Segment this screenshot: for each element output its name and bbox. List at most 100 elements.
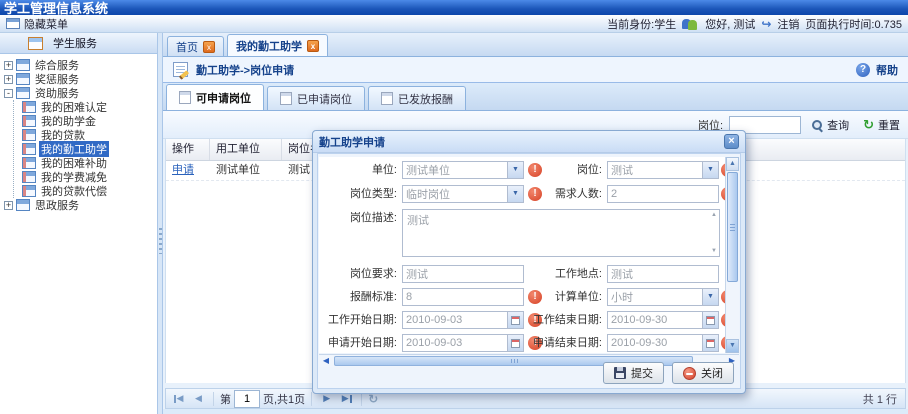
pay-unit-label: 计算单位: [515,288,602,306]
sidebar-item-daikuan[interactable]: 我的贷款 [14,128,157,142]
dialog-footer: 提交 关闭 [318,361,734,385]
vertical-scrollbar[interactable]: ▲ ▼ [725,157,739,353]
help-icon: ? [856,63,870,77]
sidebar-item-xuefeijianmian[interactable]: 我的学费减免 [14,170,157,184]
logout-icon: ↪ [761,17,771,31]
tab-home[interactable]: 首页 x [167,36,224,56]
description-textarea[interactable]: 测试 ▲ ▼ [402,209,720,257]
post-type-select[interactable]: 临时岗位 ▼ [402,185,524,203]
scrollbar-thumb[interactable] [727,172,738,282]
sidebar-item-kunnanbuzhu[interactable]: 我的困难补助 [14,156,157,170]
location-label: 工作地点: [515,265,602,283]
logout-button[interactable]: 注销 [777,16,799,32]
unit-select[interactable]: 测试单位 ▼ [402,161,524,179]
pay-rate-input[interactable]: 8 [402,288,524,306]
status-bar: 隐藏菜单 当前身份:学生 您好, 测试 ↪ 注销 页面执行时间:0.735 [0,15,908,33]
scroll-down-icon[interactable]: ▼ [726,339,739,353]
bottom-strip [163,409,908,414]
headcount-input[interactable]: 2 [607,185,719,203]
unit-label: 单位: [319,161,397,179]
expand-icon[interactable]: + [4,201,13,210]
dialog-title: 勤工助学申请 [319,134,385,150]
apply-end-date-input[interactable]: 2010-09-30 [607,334,719,352]
page-number-input[interactable] [234,390,260,408]
sidebar-item-qingongzhuxue[interactable]: 我的勤工助学 [14,142,157,156]
reset-icon: ↻ [863,119,874,131]
collapse-icon[interactable]: - [4,89,13,98]
leaf-icon [22,101,36,113]
scroll-down-icon[interactable]: ▼ [711,248,717,254]
headcount-label: 需求人数: [515,185,602,203]
calendar-icon[interactable] [702,335,718,351]
tab-paid-rewards[interactable]: 已发放报酬 [368,86,466,110]
tab-close-icon[interactable]: x [307,40,319,52]
folder-icon [16,199,30,211]
apply-start-label: 申请开始日期: [319,334,397,352]
submit-button[interactable]: 提交 [603,362,664,384]
page-icon [280,92,292,105]
page-prefix-label: 第 [220,391,231,407]
sidebar-item-zonghefuwu[interactable]: + 综合服务 [4,58,157,72]
column-header-action[interactable]: 操作 [166,139,210,160]
scroll-up-icon[interactable]: ▲ [711,212,717,218]
tab-applied-posts[interactable]: 已申请岗位 [267,86,365,110]
post-type-label: 岗位类型: [319,185,397,203]
tab-my-work-study[interactable]: 我的勤工助学 x [227,34,328,56]
sidebar-item-sizhengfuwu[interactable]: + 思政服务 [4,198,157,212]
stop-icon [683,367,696,380]
app-title: 学工管理信息系统 [0,0,908,15]
services-icon [28,37,43,50]
prev-page-button[interactable]: ◀ [190,391,207,407]
sidebar-item-kunnanrending[interactable]: 我的困难认定 [14,100,157,114]
folder-open-icon [16,87,30,99]
calendar-icon[interactable] [702,312,718,328]
search-button[interactable]: 查询 [807,114,853,136]
apply-start-date-input[interactable]: 2010-09-03 [402,334,524,352]
leaf-icon [22,185,36,197]
leaf-icon [22,143,36,155]
expand-icon[interactable]: + [4,61,13,70]
work-start-label: 工作开始日期: [319,311,397,329]
dropdown-icon[interactable]: ▼ [702,289,718,305]
location-input[interactable]: 测试 [607,265,719,283]
help-button[interactable]: ? 帮助 [856,62,898,78]
tab-available-posts[interactable]: 可申请岗位 [166,84,264,110]
main-tab-bar: 首页 x 我的勤工助学 x [163,33,908,57]
post-label: 岗位: [515,161,602,179]
work-start-date-input[interactable]: 2010-09-03 [402,311,524,329]
app-window: 学工管理信息系统 隐藏菜单 当前身份:学生 您好, 测试 ↪ 注销 页面执行时间… [0,0,908,414]
sidebar-item-daikuandaichang[interactable]: 我的贷款代偿 [14,184,157,198]
users-icon [682,18,699,30]
leaf-icon [22,129,36,141]
breadcrumb-row: 勤工助学->岗位申请 ? 帮助 [163,57,908,83]
page-icon [381,92,393,105]
reset-button[interactable]: ↻ 重置 [859,114,904,136]
breadcrumb: 勤工助学->岗位申请 [196,62,294,78]
scroll-up-icon[interactable]: ▲ [726,157,739,171]
sidebar-item-jiangchengfuwu[interactable]: + 奖惩服务 [4,72,157,86]
column-header-employer[interactable]: 用工单位 [210,139,282,160]
sidebar-item-zizhufuwu[interactable]: - 资助服务 [4,86,157,100]
close-button[interactable]: 关闭 [672,362,734,384]
close-icon[interactable]: × [724,134,739,149]
sidebar-header-label: 学生服务 [53,35,97,51]
sidebar-item-zhuxuejin[interactable]: 我的助学金 [14,114,157,128]
sidebar: 学生服务 + 综合服务 + 奖惩服务 - 资助服务 我的困难认定 [0,33,157,414]
page-icon [179,91,191,104]
save-icon [614,367,626,379]
work-end-date-input[interactable]: 2010-09-30 [607,311,719,329]
nav-tree: + 综合服务 + 奖惩服务 - 资助服务 我的困难认定 [0,54,157,212]
dropdown-icon[interactable]: ▼ [702,162,718,178]
form-area: 单位: 测试单位 ▼ ! 岗位: 测试 ▼ ! 岗位类型: [319,157,725,353]
pay-rate-label: 报酬标准: [319,288,397,306]
pay-unit-select[interactable]: 小时 ▼ [607,288,719,306]
tab-close-icon[interactable]: x [203,41,215,53]
sub-tab-bar: 可申请岗位 已申请岗位 已发放报酬 [163,83,908,111]
requirement-input[interactable]: 测试 [402,265,524,283]
cell-employer: 测试单位 [210,161,282,180]
apply-link[interactable]: 申请 [172,164,194,176]
expand-icon[interactable]: + [4,75,13,84]
first-page-button[interactable]: ◀ [170,391,187,407]
post-select[interactable]: 测试 ▼ [607,161,719,179]
hide-menu-button[interactable]: 隐藏菜单 [24,16,68,32]
